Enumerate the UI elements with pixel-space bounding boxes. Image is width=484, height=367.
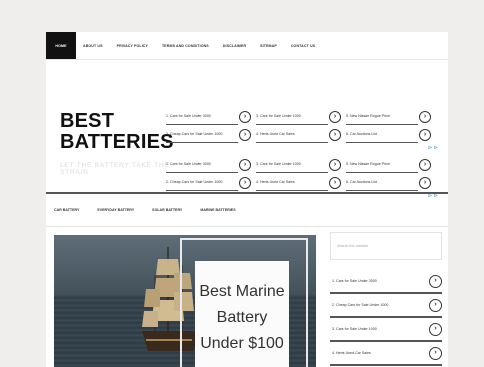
link-number: 1. — [166, 162, 169, 166]
link-text: Cars for Sale Under 3000 — [170, 114, 211, 118]
chevron-right-icon: › — [429, 347, 442, 360]
link-number: 4. — [256, 132, 259, 136]
link-text: Cars for Sale Under 1000 — [260, 114, 301, 118]
chevron-right-icon: › — [239, 111, 251, 123]
category-everyday-battery[interactable]: Everyday Battery — [97, 208, 134, 212]
top-navigation: Home About Us Privacy Policy Terms and C… — [46, 32, 448, 60]
link-text: New Nissan Rogue Price — [350, 114, 390, 118]
link-number: 5. — [346, 114, 349, 118]
link-number: 5. — [346, 162, 349, 166]
divider — [166, 124, 238, 125]
nav-privacy-policy[interactable]: Privacy Policy — [110, 32, 155, 59]
chevron-right-icon: › — [329, 159, 341, 171]
link-text: Car Auctions List — [350, 180, 377, 184]
chevron-right-icon: › — [419, 111, 431, 123]
link-text: New Nissan Rogue Price — [350, 162, 390, 166]
divider — [256, 172, 328, 173]
category-navigation: Car Battery Everyday Battery Solar Batte… — [46, 192, 448, 227]
link-number: 6. — [346, 180, 349, 184]
divider — [256, 142, 328, 143]
nav-contact-us[interactable]: Contact Us — [284, 32, 322, 59]
search-input[interactable]: Search this website — [330, 232, 442, 260]
link-number: 2. — [166, 132, 169, 136]
nav-terms-and-conditions[interactable]: Terms and Conditions — [155, 32, 216, 59]
header-link-item[interactable]: 3. Cars for Sale Under 1000 › — [256, 159, 341, 175]
divider — [166, 142, 238, 143]
link-number: 4. — [332, 351, 335, 355]
chevron-right-icon: › — [329, 177, 341, 189]
chevron-right-icon: › — [239, 159, 251, 171]
divider — [346, 124, 418, 125]
link-number: 1. — [332, 279, 335, 283]
sidebar-link-item[interactable]: 3. Cars for Sale Under 1000 › — [330, 320, 442, 342]
more-links[interactable]: ⊳ ⊳ — [428, 145, 438, 151]
divider — [346, 142, 418, 143]
divider — [166, 172, 238, 173]
link-number: 3. — [332, 327, 335, 331]
chevron-right-icon: › — [239, 177, 251, 189]
sidebar-link-item[interactable]: 2. Cheap Cars for Sale Under 1000 › — [330, 296, 442, 318]
divider — [166, 190, 238, 191]
logo-line-2: BATTERIES — [60, 131, 174, 153]
nav-home[interactable]: Home — [46, 32, 76, 59]
chevron-right-icon: › — [329, 129, 341, 141]
link-text: Car Auctions List — [350, 132, 377, 136]
featured-post[interactable]: Best Marine Battery Under $100 — [54, 235, 316, 367]
link-text: Herts Used Car Sales — [260, 132, 295, 136]
chevron-right-icon: › — [429, 275, 442, 288]
sidebar-link-item[interactable]: 1. Cars for Sale Under 3000 › — [330, 272, 442, 294]
link-text: Cheap Cars for Sale Under 1000 — [170, 132, 223, 136]
divider — [256, 190, 328, 191]
logo-line-1: BEST — [60, 110, 115, 132]
chevron-right-icon: › — [429, 323, 442, 336]
link-number: 3. — [256, 114, 259, 118]
category-car-battery[interactable]: Car Battery — [54, 208, 79, 212]
header-link-item[interactable]: 5. New Nissan Rogue Price › — [346, 111, 431, 127]
divider — [346, 190, 418, 191]
header-link-item[interactable]: 1. Cars for Sale Under 3000 › — [166, 111, 251, 127]
nav-about-us[interactable]: About Us — [76, 32, 110, 59]
sidebar: Search this website 1. Cars for Sale Und… — [330, 232, 442, 367]
divider — [346, 172, 418, 173]
link-text: Cheap Cars for Sale Under 1000 — [336, 303, 389, 307]
featured-post-title[interactable]: Best Marine Battery Under $100 — [195, 279, 289, 357]
header-link-item[interactable]: 2. Cheap Cars for Sale Under 1000 › — [166, 177, 251, 193]
link-text: Herts Used Car Sales — [260, 180, 295, 184]
page-container: Home About Us Privacy Policy Terms and C… — [46, 32, 448, 367]
link-number: 2. — [332, 303, 335, 307]
link-number: 3. — [256, 162, 259, 166]
link-text: Cars for Sale Under 3000 — [170, 162, 211, 166]
link-text: Cars for Sale Under 3000 — [336, 279, 377, 283]
site-tagline: LET THE BATTERY TAKE THE STRAIN — [60, 162, 170, 176]
header-link-item[interactable]: 3. Cars for Sale Under 1000 › — [256, 111, 341, 127]
sidebar-link-item[interactable]: 4. Herts Used Car Sales › — [330, 344, 442, 366]
chevron-right-icon: › — [239, 129, 251, 141]
header-link-item[interactable]: 4. Herts Used Car Sales › — [256, 177, 341, 193]
header-link-item[interactable]: 6. Car Auctions List › — [346, 129, 431, 145]
site-logo[interactable]: BEST BATTERIES — [60, 111, 174, 153]
link-number: 4. — [256, 180, 259, 184]
link-text: Herts Used Car Sales — [336, 351, 371, 355]
chevron-right-icon: › — [329, 111, 341, 123]
link-number: 1. — [166, 114, 169, 118]
header-link-item[interactable]: 4. Herts Used Car Sales › — [256, 129, 341, 145]
header-link-item[interactable]: 6. Car Auctions List › — [346, 177, 431, 193]
nav-sitemap[interactable]: Sitemap — [253, 32, 284, 59]
link-text: Cheap Cars for Sale Under 1000 — [170, 180, 223, 184]
category-marine-batteries[interactable]: Marine Batteries — [200, 208, 235, 212]
chevron-right-icon: › — [419, 159, 431, 171]
nav-disclaimer[interactable]: Disclaimer — [216, 32, 253, 59]
chevron-right-icon: › — [419, 177, 431, 189]
link-number: 2. — [166, 180, 169, 184]
link-text: Cars for Sale Under 1000 — [336, 327, 377, 331]
header-link-item[interactable]: 5. New Nissan Rogue Price › — [346, 159, 431, 175]
link-number: 6. — [346, 132, 349, 136]
category-solar-battery[interactable]: Solar Battery — [152, 208, 182, 212]
chevron-right-icon: › — [419, 129, 431, 141]
header-link-item[interactable]: 2. Cheap Cars for Sale Under 1000 › — [166, 129, 251, 145]
divider — [256, 124, 328, 125]
chevron-right-icon: › — [429, 299, 442, 312]
header-link-item[interactable]: 1. Cars for Sale Under 3000 › — [166, 159, 251, 175]
link-text: Cars for Sale Under 1000 — [260, 162, 301, 166]
